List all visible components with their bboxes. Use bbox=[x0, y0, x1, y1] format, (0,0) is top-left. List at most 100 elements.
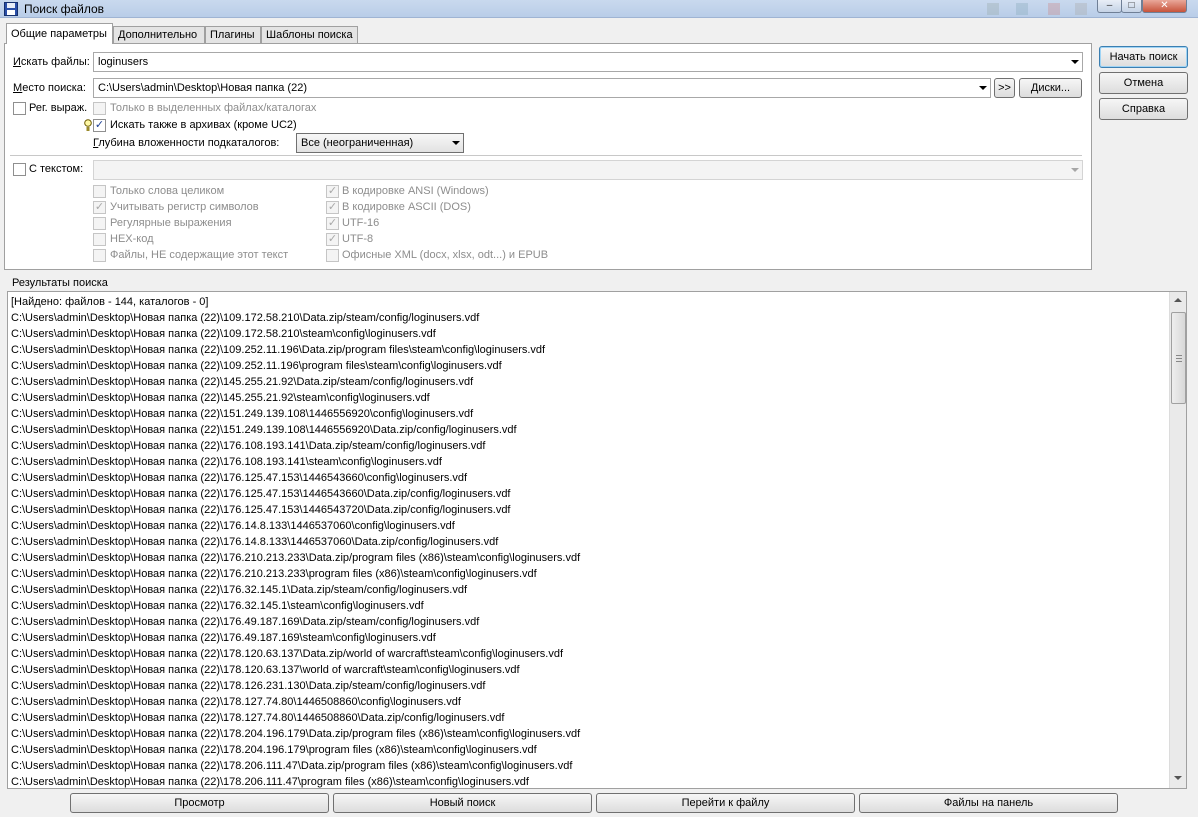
separator bbox=[10, 155, 1082, 156]
list-item[interactable]: C:\Users\admin\Desktop\Новая папка (22)\… bbox=[11, 518, 1166, 534]
list-item[interactable]: C:\Users\admin\Desktop\Новая папка (22)\… bbox=[11, 742, 1166, 758]
office-xml-label: Офисные XML (docx, xlsx, odt...) и EPUB bbox=[342, 249, 549, 261]
maximize-button[interactable]: □ bbox=[1121, 0, 1142, 13]
list-item[interactable]: C:\Users\admin\Desktop\Новая папка (22)\… bbox=[11, 646, 1166, 662]
list-item[interactable]: C:\Users\admin\Desktop\Новая папка (22)\… bbox=[11, 598, 1166, 614]
results-scrollbar[interactable] bbox=[1169, 292, 1186, 788]
search-location-input[interactable]: C:\Users\admin\Desktop\Новая папка (22) bbox=[93, 78, 991, 98]
list-item[interactable]: C:\Users\admin\Desktop\Новая папка (22)\… bbox=[11, 438, 1166, 454]
utf8-checkbox[interactable]: ✓ bbox=[326, 233, 339, 246]
text-regex-checkbox[interactable] bbox=[93, 217, 106, 230]
help-button[interactable]: Справка bbox=[1099, 98, 1188, 120]
list-item[interactable]: C:\Users\admin\Desktop\Новая папка (22)\… bbox=[11, 534, 1166, 550]
background-app-icon bbox=[1016, 3, 1028, 15]
floppy-disk-icon bbox=[4, 2, 18, 16]
search-files-label: Искать файлы: bbox=[13, 56, 90, 68]
search-files-input[interactable]: loginusers bbox=[93, 52, 1083, 72]
not-containing-label: Файлы, НЕ содержащие этот текст bbox=[110, 249, 289, 261]
list-item[interactable]: C:\Users\admin\Desktop\Новая папка (22)\… bbox=[11, 486, 1166, 502]
case-sensitive-checkbox[interactable]: ✓ bbox=[93, 201, 106, 214]
with-text-label: С текстом: bbox=[29, 163, 84, 175]
list-item[interactable]: C:\Users\admin\Desktop\Новая папка (22)\… bbox=[11, 582, 1166, 598]
tab-general[interactable]: Общие параметры bbox=[6, 23, 113, 44]
list-item[interactable]: C:\Users\admin\Desktop\Новая папка (22)\… bbox=[11, 454, 1166, 470]
hex-checkbox[interactable] bbox=[93, 233, 106, 246]
list-item[interactable]: C:\Users\admin\Desktop\Новая папка (22)\… bbox=[11, 662, 1166, 678]
drives-button[interactable]: Диски... bbox=[1019, 78, 1082, 98]
start-search-button[interactable]: Начать поиск bbox=[1099, 46, 1188, 68]
dropdown-arrow-icon[interactable] bbox=[1071, 60, 1079, 64]
tab-advanced[interactable]: Дополнительно bbox=[113, 26, 205, 43]
list-item[interactable]: C:\Users\admin\Desktop\Новая папка (22)\… bbox=[11, 310, 1166, 326]
dropdown-arrow-icon[interactable] bbox=[452, 141, 460, 145]
not-containing-checkbox[interactable] bbox=[93, 249, 106, 262]
tab-search-templates[interactable]: Шаблоны поиска bbox=[261, 26, 358, 43]
search-archives-label: Искать также в архивах (кроме UC2) bbox=[110, 119, 297, 131]
view-button[interactable]: Просмотр bbox=[70, 793, 329, 813]
search-location-label: Место поиска: bbox=[13, 82, 86, 94]
ascii-checkbox[interactable]: ✓ bbox=[326, 201, 339, 214]
ansi-label: В кодировке ANSI (Windows) bbox=[342, 185, 489, 197]
utf16-checkbox[interactable]: ✓ bbox=[326, 217, 339, 230]
dropdown-arrow-icon[interactable] bbox=[979, 86, 987, 90]
list-item[interactable]: C:\Users\admin\Desktop\Новая папка (22)\… bbox=[11, 502, 1166, 518]
with-text-checkbox[interactable] bbox=[13, 163, 26, 176]
results-label: Результаты поиска bbox=[12, 277, 108, 289]
whole-words-checkbox[interactable] bbox=[93, 185, 106, 198]
list-item[interactable]: C:\Users\admin\Desktop\Новая папка (22)\… bbox=[11, 726, 1166, 742]
only-selected-label: Только в выделенных файлах/каталогах bbox=[110, 102, 317, 114]
list-item[interactable]: C:\Users\admin\Desktop\Новая папка (22)\… bbox=[11, 358, 1166, 374]
dropdown-arrow-icon[interactable] bbox=[1071, 168, 1079, 172]
ascii-label: В кодировке ASCII (DOS) bbox=[342, 201, 471, 213]
background-app-icon bbox=[987, 3, 999, 15]
only-selected-checkbox[interactable] bbox=[93, 102, 106, 115]
list-item[interactable]: C:\Users\admin\Desktop\Новая папка (22)\… bbox=[11, 694, 1166, 710]
cancel-button[interactable]: Отмена bbox=[1099, 72, 1188, 94]
results-summary[interactable]: [Найдено: файлов - 144, каталогов - 0] bbox=[11, 294, 1166, 310]
lightbulb-icon bbox=[84, 119, 92, 131]
list-item[interactable]: C:\Users\admin\Desktop\Новая папка (22)\… bbox=[11, 758, 1166, 774]
with-text-input[interactable] bbox=[93, 160, 1083, 180]
scroll-thumb[interactable] bbox=[1171, 312, 1186, 404]
close-button[interactable]: ✕ bbox=[1142, 0, 1187, 13]
list-item[interactable]: C:\Users\admin\Desktop\Новая папка (22)\… bbox=[11, 390, 1166, 406]
search-archives-checkbox[interactable]: ✓ bbox=[93, 119, 106, 132]
grip-line bbox=[1176, 361, 1182, 362]
list-item[interactable]: C:\Users\admin\Desktop\Новая папка (22)\… bbox=[11, 774, 1166, 788]
case-sensitive-label: Учитывать регистр символов bbox=[110, 201, 259, 213]
grip-line bbox=[1176, 358, 1182, 359]
list-item[interactable]: C:\Users\admin\Desktop\Новая папка (22)\… bbox=[11, 406, 1166, 422]
regex-checkbox[interactable] bbox=[13, 102, 26, 115]
window-title: Поиск файлов bbox=[24, 2, 105, 16]
list-item[interactable]: C:\Users\admin\Desktop\Новая папка (22)\… bbox=[11, 326, 1166, 342]
browse-button[interactable]: >> bbox=[994, 78, 1015, 98]
list-item[interactable]: C:\Users\admin\Desktop\Новая папка (22)\… bbox=[11, 630, 1166, 646]
whole-words-label: Только слова целиком bbox=[110, 185, 225, 197]
list-item[interactable]: C:\Users\admin\Desktop\Новая папка (22)\… bbox=[11, 550, 1166, 566]
new-search-button[interactable]: Новый поиск bbox=[333, 793, 592, 813]
list-item[interactable]: C:\Users\admin\Desktop\Новая папка (22)\… bbox=[11, 614, 1166, 630]
grip-line bbox=[1176, 355, 1182, 356]
list-item[interactable]: C:\Users\admin\Desktop\Новая папка (22)\… bbox=[11, 422, 1166, 438]
text-regex-label: Регулярные выражения bbox=[110, 217, 232, 229]
utf16-label: UTF-16 bbox=[342, 217, 380, 229]
depth-select[interactable]: Все (неограниченная) bbox=[296, 133, 464, 153]
scroll-up-icon[interactable] bbox=[1174, 298, 1182, 302]
scroll-down-icon[interactable] bbox=[1174, 776, 1182, 780]
office-xml-checkbox[interactable] bbox=[326, 249, 339, 262]
files-to-panel-button[interactable]: Файлы на панель bbox=[859, 793, 1118, 813]
utf8-label: UTF-8 bbox=[342, 233, 374, 245]
results-list[interactable]: [Найдено: файлов - 144, каталогов - 0] C:… bbox=[11, 294, 1166, 788]
list-item[interactable]: C:\Users\admin\Desktop\Новая папка (22)\… bbox=[11, 710, 1166, 726]
list-item[interactable]: C:\Users\admin\Desktop\Новая папка (22)\… bbox=[11, 470, 1166, 486]
list-item[interactable]: C:\Users\admin\Desktop\Новая папка (22)\… bbox=[11, 678, 1166, 694]
list-item[interactable]: C:\Users\admin\Desktop\Новая папка (22)\… bbox=[11, 566, 1166, 582]
depth-label: Глубина вложенности подкаталогов: bbox=[93, 137, 280, 149]
goto-file-button[interactable]: Перейти к файлу bbox=[596, 793, 855, 813]
ansi-checkbox[interactable]: ✓ bbox=[326, 185, 339, 198]
list-item[interactable]: C:\Users\admin\Desktop\Новая папка (22)\… bbox=[11, 342, 1166, 358]
minimize-button[interactable]: – bbox=[1097, 0, 1122, 13]
results-list-box[interactable]: [Найдено: файлов - 144, каталогов - 0] C:… bbox=[7, 291, 1187, 789]
tab-plugins[interactable]: Плагины bbox=[205, 26, 261, 43]
list-item[interactable]: C:\Users\admin\Desktop\Новая папка (22)\… bbox=[11, 374, 1166, 390]
